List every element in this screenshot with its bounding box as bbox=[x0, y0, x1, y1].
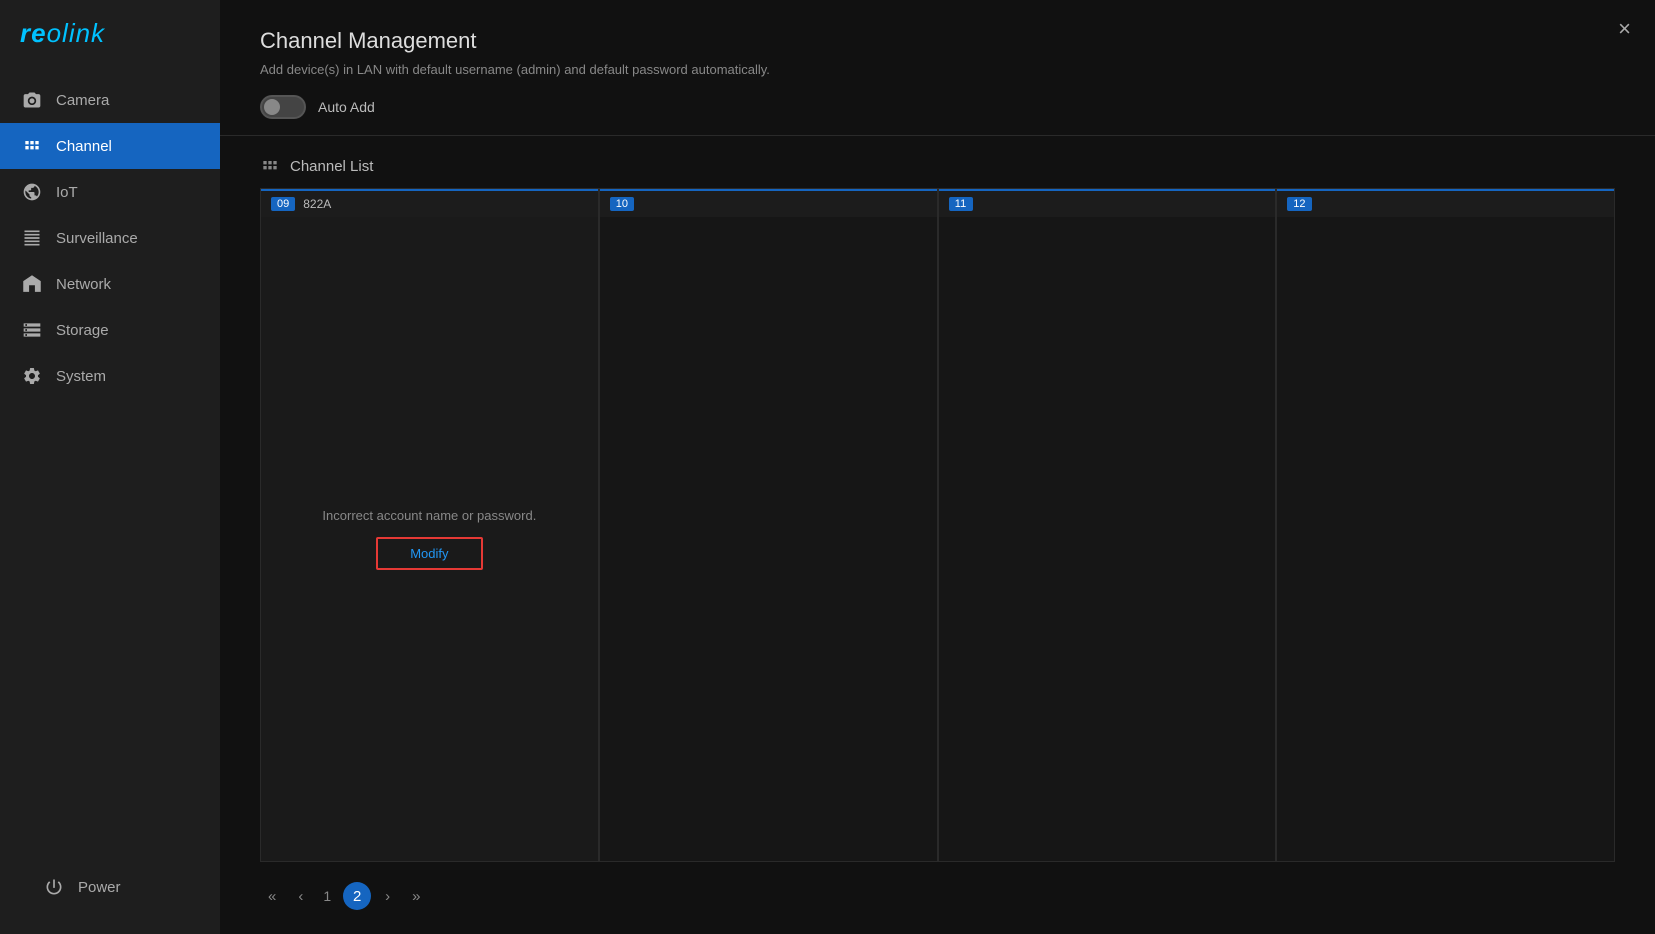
channel-card-body-12 bbox=[1277, 217, 1614, 861]
logo: reolink bbox=[0, 0, 220, 69]
sidebar-nav: Camera Channel IoT Surveillance bbox=[0, 69, 220, 848]
page-subtitle: Add device(s) in LAN with default userna… bbox=[260, 62, 1615, 77]
channel-grid: 09 822A Incorrect account name or passwo… bbox=[220, 188, 1655, 862]
channel-card-header-09: 09 822A bbox=[261, 191, 598, 217]
toggle-knob bbox=[264, 99, 280, 115]
pagination-prev[interactable]: ‹ bbox=[290, 885, 311, 908]
sidebar-item-iot[interactable]: IoT bbox=[0, 169, 220, 215]
pagination: « ‹ 1 2 › » bbox=[220, 862, 1655, 934]
sidebar-item-camera[interactable]: Camera bbox=[0, 77, 220, 123]
network-icon bbox=[22, 274, 42, 294]
surveillance-icon bbox=[22, 228, 42, 248]
channel-card-header-12: 12 bbox=[1277, 191, 1614, 217]
channel-card-header-10: 10 bbox=[600, 191, 937, 217]
channel-card-header-11: 11 bbox=[939, 191, 1276, 217]
sidebar-item-system[interactable]: System bbox=[0, 353, 220, 399]
sidebar-item-surveillance[interactable]: Surveillance bbox=[0, 215, 220, 261]
iot-icon bbox=[22, 182, 42, 202]
power-label: Power bbox=[78, 879, 121, 896]
system-icon bbox=[22, 366, 42, 386]
auto-add-row: Auto Add bbox=[260, 95, 1615, 119]
auto-add-label: Auto Add bbox=[318, 99, 375, 115]
pagination-next[interactable]: › bbox=[377, 885, 398, 908]
section-header: Channel List bbox=[220, 136, 1655, 188]
channel-card-12: 12 bbox=[1276, 188, 1615, 862]
channel-card-10: 10 bbox=[599, 188, 938, 862]
close-button[interactable]: × bbox=[1618, 18, 1631, 40]
sidebar-item-system-label: System bbox=[56, 368, 106, 385]
sidebar-item-iot-label: IoT bbox=[56, 184, 78, 201]
sidebar-item-camera-label: Camera bbox=[56, 92, 109, 109]
channel-card-body-11 bbox=[939, 217, 1276, 861]
channel-icon bbox=[22, 136, 42, 156]
power-icon bbox=[44, 877, 64, 897]
camera-icon bbox=[22, 90, 42, 110]
main-content: × Channel Management Add device(s) in LA… bbox=[220, 0, 1655, 934]
pagination-page-1[interactable]: 1 bbox=[317, 884, 337, 908]
sidebar-bottom: Power bbox=[0, 848, 220, 934]
sidebar-item-network[interactable]: Network bbox=[0, 261, 220, 307]
channel-number-11: 11 bbox=[949, 197, 973, 211]
sidebar: reolink Camera Channel IoT bbox=[0, 0, 220, 934]
content-header: Channel Management Add device(s) in LAN … bbox=[220, 0, 1655, 136]
channel-name-09: 822A bbox=[303, 197, 331, 211]
channel-card-body-10 bbox=[600, 217, 937, 861]
power-button[interactable]: Power bbox=[22, 864, 198, 910]
sidebar-item-storage[interactable]: Storage bbox=[0, 307, 220, 353]
page-title: Channel Management bbox=[260, 28, 1615, 54]
pagination-last[interactable]: » bbox=[404, 885, 428, 908]
sidebar-item-network-label: Network bbox=[56, 276, 111, 293]
section-title: Channel List bbox=[290, 158, 373, 175]
storage-icon bbox=[22, 320, 42, 340]
channel-card-11: 11 bbox=[938, 188, 1277, 862]
channel-list-icon bbox=[260, 156, 280, 176]
sidebar-item-channel-label: Channel bbox=[56, 138, 112, 155]
modify-button-09[interactable]: Modify bbox=[376, 537, 482, 570]
sidebar-item-channel[interactable]: Channel bbox=[0, 123, 220, 169]
channel-number-09: 09 bbox=[271, 197, 295, 211]
sidebar-item-storage-label: Storage bbox=[56, 322, 109, 339]
pagination-page-2[interactable]: 2 bbox=[343, 882, 371, 910]
channel-card-09: 09 822A Incorrect account name or passwo… bbox=[260, 188, 599, 862]
channel-number-10: 10 bbox=[610, 197, 634, 211]
channel-number-12: 12 bbox=[1287, 197, 1311, 211]
channel-card-body-09: Incorrect account name or password. Modi… bbox=[261, 217, 598, 861]
pagination-first[interactable]: « bbox=[260, 885, 284, 908]
sidebar-item-surveillance-label: Surveillance bbox=[56, 230, 138, 247]
auto-add-toggle[interactable] bbox=[260, 95, 306, 119]
channel-error-09: Incorrect account name or password. bbox=[306, 508, 552, 523]
